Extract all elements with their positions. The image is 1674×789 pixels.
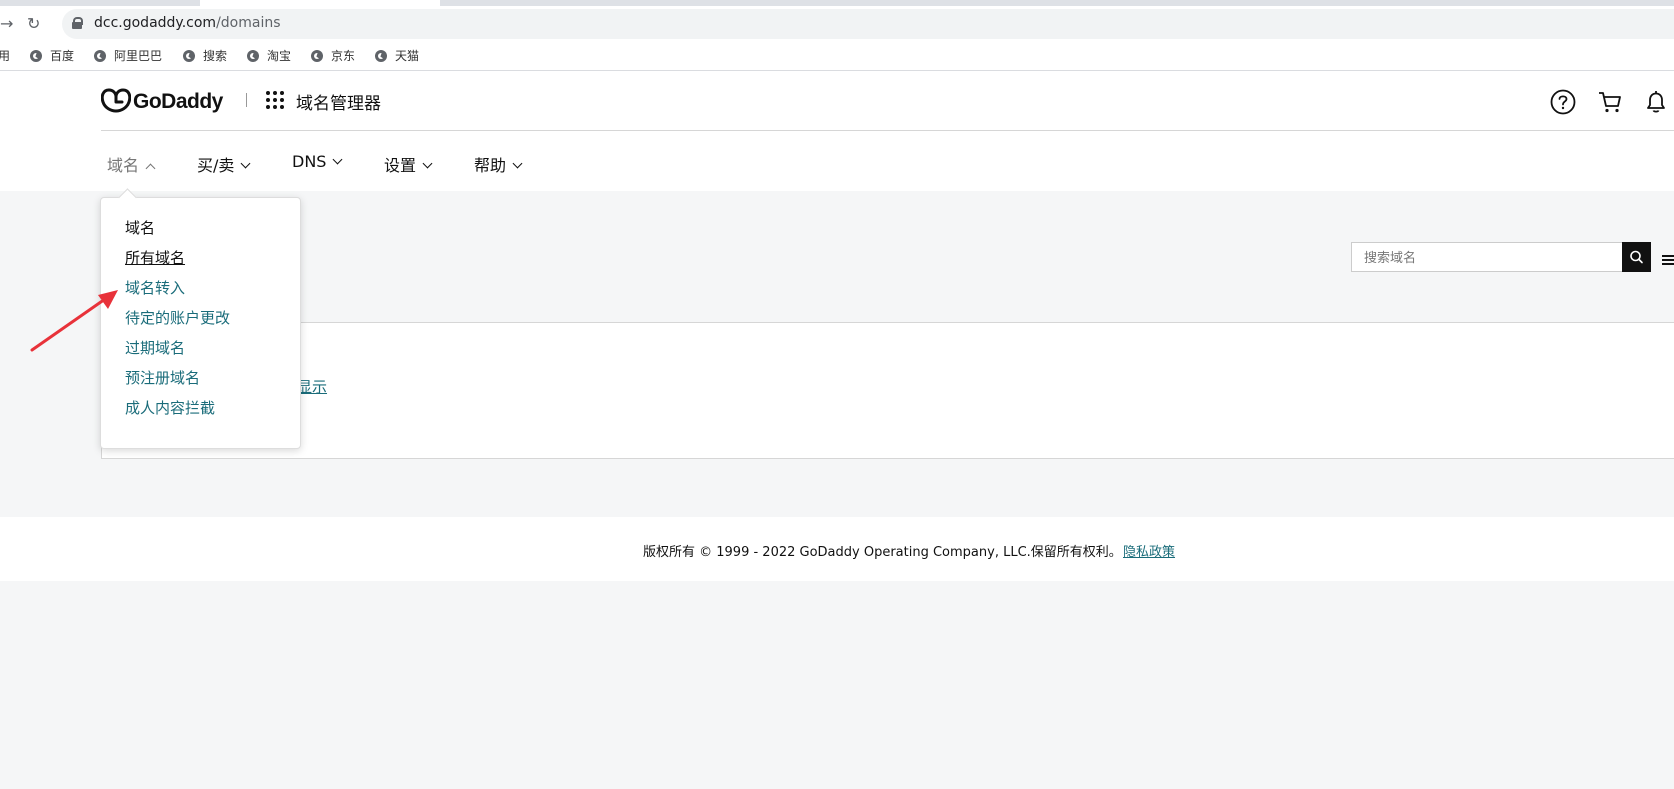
- chevron-down-icon: [240, 158, 251, 169]
- menu-item-preregistered-domains[interactable]: 预注册域名: [125, 367, 200, 388]
- lock-icon: [72, 17, 83, 29]
- globe-icon: [311, 50, 323, 62]
- bookmark-item[interactable]: 搜索: [183, 47, 227, 65]
- apps-grid-icon[interactable]: [266, 91, 284, 109]
- bookmark-item[interactable]: 京东: [311, 47, 355, 65]
- bookmark-item[interactable]: 百度: [30, 47, 74, 65]
- domain-search-field[interactable]: [1351, 242, 1623, 273]
- cart-icon[interactable]: [1597, 89, 1623, 115]
- globe-icon: [183, 50, 195, 62]
- nav-buy-sell[interactable]: 买/卖: [197, 152, 251, 176]
- search-button[interactable]: [1622, 242, 1651, 272]
- address-bar: → ↻ dcc.godaddy.com/domains: [0, 6, 1674, 42]
- nav-domains[interactable]: 域名: [107, 152, 156, 176]
- help-icon[interactable]: [1550, 89, 1576, 115]
- display-link[interactable]: 显示: [297, 376, 327, 397]
- search-icon: [1630, 250, 1643, 264]
- chevron-down-icon: [422, 158, 433, 169]
- globe-icon: [94, 50, 106, 62]
- product-title[interactable]: 域名管理器: [296, 89, 381, 114]
- site-header: GoDaddy 域名管理器 域名 买/卖 DNS 设置 帮助: [0, 71, 1674, 191]
- url-field[interactable]: dcc.godaddy.com/domains: [62, 9, 1674, 39]
- nav-settings[interactable]: 设置: [384, 152, 433, 176]
- bookmark-item[interactable]: 使用: [0, 47, 10, 65]
- bookmarks-bar: 使用 百度 阿里巴巴 搜索 淘宝 京东 天猫: [0, 42, 1674, 71]
- dropdown-heading: 域名: [125, 219, 156, 237]
- chevron-up-icon: [145, 163, 156, 174]
- url-text: dcc.godaddy.com/domains: [94, 15, 281, 31]
- globe-icon: [247, 50, 259, 62]
- domains-panel: [101, 322, 1674, 459]
- domain-search-input[interactable]: [1362, 243, 1616, 273]
- dropdown-caret: [118, 188, 137, 207]
- menu-item-expired-domains[interactable]: 过期域名: [125, 337, 185, 358]
- domains-dropdown-menu: 域名 所有域名 域名转入 待定的账户更改 过期域名 预注册域名 成人内容拦截: [100, 188, 301, 449]
- menu-item-pending-changes[interactable]: 待定的账户更改: [125, 307, 230, 328]
- menu-item-domain-transfer[interactable]: 域名转入: [125, 277, 185, 298]
- godaddy-logo-icon[interactable]: [101, 87, 131, 113]
- copyright-text: 版权所有 © 1999 - 2022 GoDaddy Operating Com…: [643, 545, 1122, 560]
- menu-item-all-domains[interactable]: 所有域名: [125, 247, 185, 268]
- bookmark-item[interactable]: 天猫: [375, 47, 419, 65]
- nav-help[interactable]: 帮助: [474, 152, 523, 176]
- page-footer: 版权所有 © 1999 - 2022 GoDaddy Operating Com…: [0, 517, 1674, 581]
- brand-wordmark[interactable]: GoDaddy: [133, 90, 223, 114]
- bookmark-item[interactable]: 淘宝: [247, 47, 291, 65]
- globe-icon: [30, 50, 42, 62]
- privacy-policy-link[interactable]: 隐私政策: [1123, 541, 1175, 560]
- chevron-down-icon: [512, 158, 523, 169]
- nav-dns[interactable]: DNS: [292, 152, 343, 171]
- header-separator: [101, 130, 1674, 131]
- menu-item-adult-block[interactable]: 成人内容拦截: [125, 397, 215, 418]
- globe-icon: [375, 50, 387, 62]
- list-view-icon[interactable]: [1662, 255, 1674, 265]
- header-divider: [246, 93, 247, 107]
- bell-icon[interactable]: [1643, 89, 1669, 115]
- reload-icon[interactable]: ↻: [27, 14, 40, 34]
- bookmark-item[interactable]: 阿里巴巴: [94, 47, 162, 65]
- annotation-arrow-icon: [30, 290, 118, 352]
- forward-icon[interactable]: →: [0, 14, 13, 34]
- chevron-down-icon: [333, 154, 343, 165]
